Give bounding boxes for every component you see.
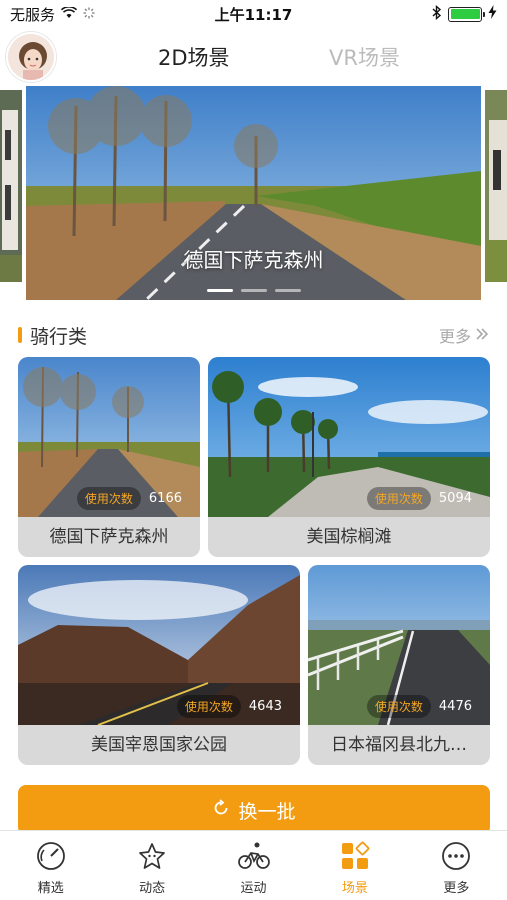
- next-banner-peek[interactable]: [485, 90, 507, 282]
- usage-count: 4643: [248, 698, 282, 714]
- refresh-icon: [212, 798, 230, 822]
- scene-card[interactable]: 使用次数 5094 美国棕榈滩: [208, 357, 490, 557]
- tab-more[interactable]: 更多: [406, 831, 507, 900]
- avatar[interactable]: [6, 32, 56, 82]
- banner-carousel[interactable]: 德国下萨克森州: [0, 86, 507, 300]
- scene-card-title: 日本福冈县北九…: [308, 725, 490, 765]
- section-header: 骑行类 更多: [18, 320, 489, 350]
- tab-sport[interactable]: 运动: [203, 831, 304, 900]
- carrier-label: 无服务: [10, 5, 56, 24]
- tab-sport-label: 运动: [240, 881, 267, 896]
- tab-featured-label: 精选: [37, 881, 64, 896]
- tab-more-label: 更多: [443, 881, 470, 896]
- tab-featured[interactable]: 精选: [0, 831, 101, 900]
- more-link[interactable]: 更多: [439, 323, 489, 347]
- gauge-icon: [34, 839, 68, 873]
- carousel-dot[interactable]: [206, 289, 233, 292]
- usage-stat: 使用次数 6166: [76, 485, 190, 511]
- refresh-batch-button[interactable]: 换一批: [18, 785, 490, 835]
- scene-grid-icon: [338, 839, 372, 873]
- banner-title: 德国下萨克森州: [183, 248, 324, 272]
- bottom-tab-bar: 精选 动态 运动 场景 更多: [0, 830, 507, 900]
- usage-count: 6166: [148, 490, 182, 506]
- more-dots-icon: [439, 839, 473, 873]
- usage-stat: 使用次数 4476: [366, 693, 480, 719]
- usage-label: 使用次数: [366, 486, 431, 510]
- scene-card-title: 美国棕榈滩: [208, 517, 490, 557]
- double-chevron-right-icon: [475, 326, 489, 345]
- tab-feed[interactable]: 动态: [101, 831, 202, 900]
- usage-label: 使用次数: [76, 486, 141, 510]
- tab-scene-label: 场景: [341, 881, 368, 896]
- status-bar: 无服务 上午11:17: [0, 0, 507, 28]
- more-label: 更多: [438, 327, 471, 346]
- star-face-icon: [135, 839, 169, 873]
- refresh-label: 换一批: [238, 800, 296, 823]
- tab-2d-scene[interactable]: 2D场景: [158, 42, 230, 72]
- header: 2D场景 VR场景: [0, 28, 507, 86]
- section-accent-bar: [18, 327, 22, 343]
- battery-icon: [448, 6, 485, 22]
- loading-spinner-icon: [83, 5, 95, 23]
- tab-scene[interactable]: 场景: [304, 831, 405, 900]
- tab-feed-label: 动态: [139, 881, 166, 896]
- usage-stat: 使用次数 5094: [366, 485, 480, 511]
- carousel-dot[interactable]: [274, 289, 301, 292]
- wifi-icon: [60, 5, 78, 23]
- charging-icon: [488, 5, 497, 23]
- scene-card-title: 德国下萨克森州: [18, 517, 200, 557]
- scene-card[interactable]: 使用次数 6166 德国下萨克森州: [18, 357, 200, 557]
- carousel-dots: [26, 289, 481, 292]
- scene-card[interactable]: 使用次数 4643 美国宰恩国家公园: [18, 565, 300, 765]
- usage-stat: 使用次数 4643: [176, 693, 290, 719]
- usage-label: 使用次数: [366, 694, 431, 718]
- usage-label: 使用次数: [176, 694, 241, 718]
- section-title: 骑行类: [30, 325, 88, 348]
- scene-card-title: 美国宰恩国家公园: [18, 725, 300, 765]
- carousel-dot[interactable]: [240, 289, 267, 292]
- banner-slide[interactable]: 德国下萨克森州: [26, 86, 481, 300]
- tab-vr-scene[interactable]: VR场景: [329, 42, 400, 72]
- usage-count: 5094: [438, 490, 472, 506]
- bluetooth-icon: [432, 4, 442, 24]
- previous-banner-peek[interactable]: [0, 90, 22, 282]
- cyclist-icon: [237, 839, 271, 873]
- scene-card[interactable]: 使用次数 4476 日本福冈县北九…: [308, 565, 490, 765]
- usage-count: 4476: [438, 698, 472, 714]
